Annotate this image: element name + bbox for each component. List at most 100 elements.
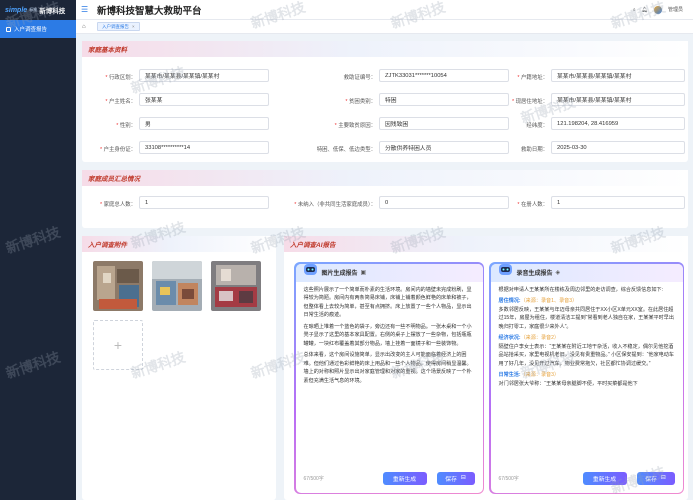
field-label-text: 家庭总人数： [103,202,136,208]
section-source: （来源：录音2） [520,335,560,341]
ai-report-title: 入户调查AI报告 [284,236,688,252]
field-label: 经纬度： [492,121,548,129]
field-label-text: 户主姓名： [109,99,136,105]
logo-simple-text: simple [5,6,28,14]
bell-icon[interactable]: 🔔︎ [642,7,648,13]
field-label: * 贫困类别： [294,97,376,105]
image-icon: ▣ [360,270,367,276]
field-label: * 现居住地址： [492,97,548,105]
field-value[interactable]: 某某市/某某县/某某镇/某某村 [139,69,269,82]
field-label-text: 户主身份证： [103,147,136,153]
field-label-text: 主要致贫原因： [338,123,376,129]
avatar[interactable] [653,5,662,14]
attachment-photo[interactable] [211,261,261,311]
logo-brand-text: 新博科技 [39,8,66,15]
section-heading: 居住情况: [498,298,521,304]
menu-toggle-icon[interactable]: ☰ [81,5,93,14]
add-attachment-button[interactable]: + [93,320,143,370]
attachments-card: 入户调查附件 + [82,236,276,500]
sidebar: simple 标准 新博科技 入户调查报告 [0,0,76,500]
save-label: 保存 [445,476,457,483]
field-label: * 家庭总人数： [86,200,136,208]
attachment-photo[interactable] [93,261,143,311]
sound-icon: ◈ [555,270,561,276]
field-value[interactable]: 特困 [379,93,509,106]
sidebar-item-label: 入户调查报告 [14,27,48,33]
field-value[interactable]: 2025-03-30 [551,141,685,154]
field-value[interactable]: 121.198204, 28.416959 [551,117,685,130]
regenerate-label: 重新生成 [592,476,617,483]
field-label-text: 现居住地址： [515,99,548,105]
photo-report-header: 图片生成报告 ▣ [295,263,483,282]
field-label-text: 行政区划： [109,75,136,81]
audio-report-header: 录音生成报告 ◈ [490,263,683,282]
field-value[interactable]: 1 [551,196,685,209]
field-value[interactable]: 张某某 [139,93,269,106]
photo-report-panel: 图片生成报告 ▣ 这些照片展示了一个简单而朴素的生活环境。房间内的墙壁未完成粉刷… [294,262,484,494]
save-button[interactable]: 保存 ⊟ [636,471,675,485]
robot-icon [498,263,512,275]
section-source: （来源：录音1、录音3） [520,298,578,304]
field-value[interactable]: 男 [139,117,269,130]
field-value[interactable]: 某某市/某某县/某某镇/某某村 [551,69,685,82]
section-text: 多数邻居反映，王某某与年迈母亲共同居住于XX小区X单元XX室。在此居住超过15年… [498,306,674,330]
field-label: * 主要致贫原因： [294,121,376,129]
header-bar: ☰ 新博科技智慧大救助平台 ⌕ 🔔︎ 管理员 [76,0,693,20]
attachments-title: 入户调查附件 [82,236,276,252]
field-value[interactable]: 1 [139,196,269,209]
save-button[interactable]: 保存 ⊟ [436,471,475,485]
section-heading: 日常生活: [498,372,521,378]
regenerate-button[interactable]: 重新生成 [382,471,427,485]
section-text: 对门邻居张大爷称：“王某某母亲腿脚不便，平时买菜都是他下 [498,380,638,387]
members-card: 家庭成员汇总情况 * 家庭总人数： 1 * 未纳入（非共同生活家庭成员）： 0 * 在册… [82,170,688,228]
regenerate-button[interactable]: 重新生成 [582,471,627,485]
save-label: 保存 [645,476,657,483]
field-value[interactable]: 33108**********14 [139,141,269,154]
search-icon[interactable]: ⌕ [633,7,636,13]
audio-report-text[interactable]: 根据对申请人王某某所在楼栋及周边邻里的走访调查，综合反馈信息如下: 居住情况:（… [491,282,683,396]
ai-report-card: 入户调查AI报告 图片生成报告 ▣ 这些照片展示了一个简单而朴素的生活环境。房间… [284,236,688,500]
document-icon [6,26,11,32]
field-value[interactable]: 0 [379,196,509,209]
plus-icon: + [113,337,123,353]
regenerate-label: 重新生成 [392,476,417,483]
tab-label: 入户调查报告 [102,23,129,29]
word-count: 67/500字 [498,475,519,482]
section-heading: 经济状况: [498,335,521,341]
field-label: 救助证编号： [294,73,376,81]
page-title: 新博科技智慧大救助平台 [97,5,202,17]
field-label: * 性别： [86,121,136,129]
field-label-text: 特困、低保、低边类型： [316,147,376,153]
tab-survey-report[interactable]: 入户调查报告 × [97,22,140,31]
field-label-text: 贫困类别： [349,99,376,105]
field-label-text: 经纬度： [526,123,548,129]
attachment-photo[interactable] [152,261,202,311]
field-value[interactable]: 某某市/某某县/某某镇/某某村 [551,93,685,106]
field-label: * 户籍地址： [492,73,548,81]
field-label-text: 救助日期： [521,147,548,153]
basic-info-card: 家庭基本资料 * 行政区划： 某某市/某某县/某某镇/某某村 救助证编号： ZJTK3… [82,41,688,162]
photo-report-title: 图片生成报告 [321,271,358,277]
field-label: * 行政区划： [86,73,136,81]
save-icon: ⊟ [460,475,466,481]
tab-bar: ⌂ 入户调查报告 × [76,20,693,34]
sidebar-item-survey-report[interactable]: 入户调查报告 [0,20,76,38]
logo-tag-text: 标准 [29,7,38,12]
audio-report-panel: 录音生成报告 ◈ 根据对申请人王某某所在楼栋及周边邻里的走访调查，综合反馈信息如… [489,262,684,494]
user-name[interactable]: 管理员 [668,6,683,13]
field-label: * 户主身份证： [86,145,136,153]
section-text: 隔壁住户李女士表示：“王某某在附近工地干杂活，收入不稳定，偶尔见他挖酒品站拾采买… [498,343,674,367]
word-count: 67/500字 [303,475,324,482]
photo-report-text[interactable]: 这些照片展示了一个简单而朴素的生活环境。房间内的墙壁未完成粉刷，显得较为简陋。房… [296,282,483,393]
members-title: 家庭成员汇总情况 [82,170,688,186]
field-value[interactable]: 因残致困 [379,117,509,130]
field-label-text: 性别： [119,123,136,129]
basic-info-title: 家庭基本资料 [82,41,688,57]
close-icon[interactable]: × [132,24,135,29]
home-icon[interactable]: ⌂ [82,24,91,30]
save-icon: ⊟ [660,475,666,481]
field-value[interactable]: ZJTK33031*******10054 [379,69,509,82]
photo-report-paragraph: 在晾晒上堆着一个蓝色的袋子，旁边还有一些不明物品。一张木桌和一个小凳子显示了这里… [303,323,472,347]
field-value[interactable]: 分散供养特困人员 [379,141,509,154]
field-label-text: 救助证编号： [343,75,376,81]
